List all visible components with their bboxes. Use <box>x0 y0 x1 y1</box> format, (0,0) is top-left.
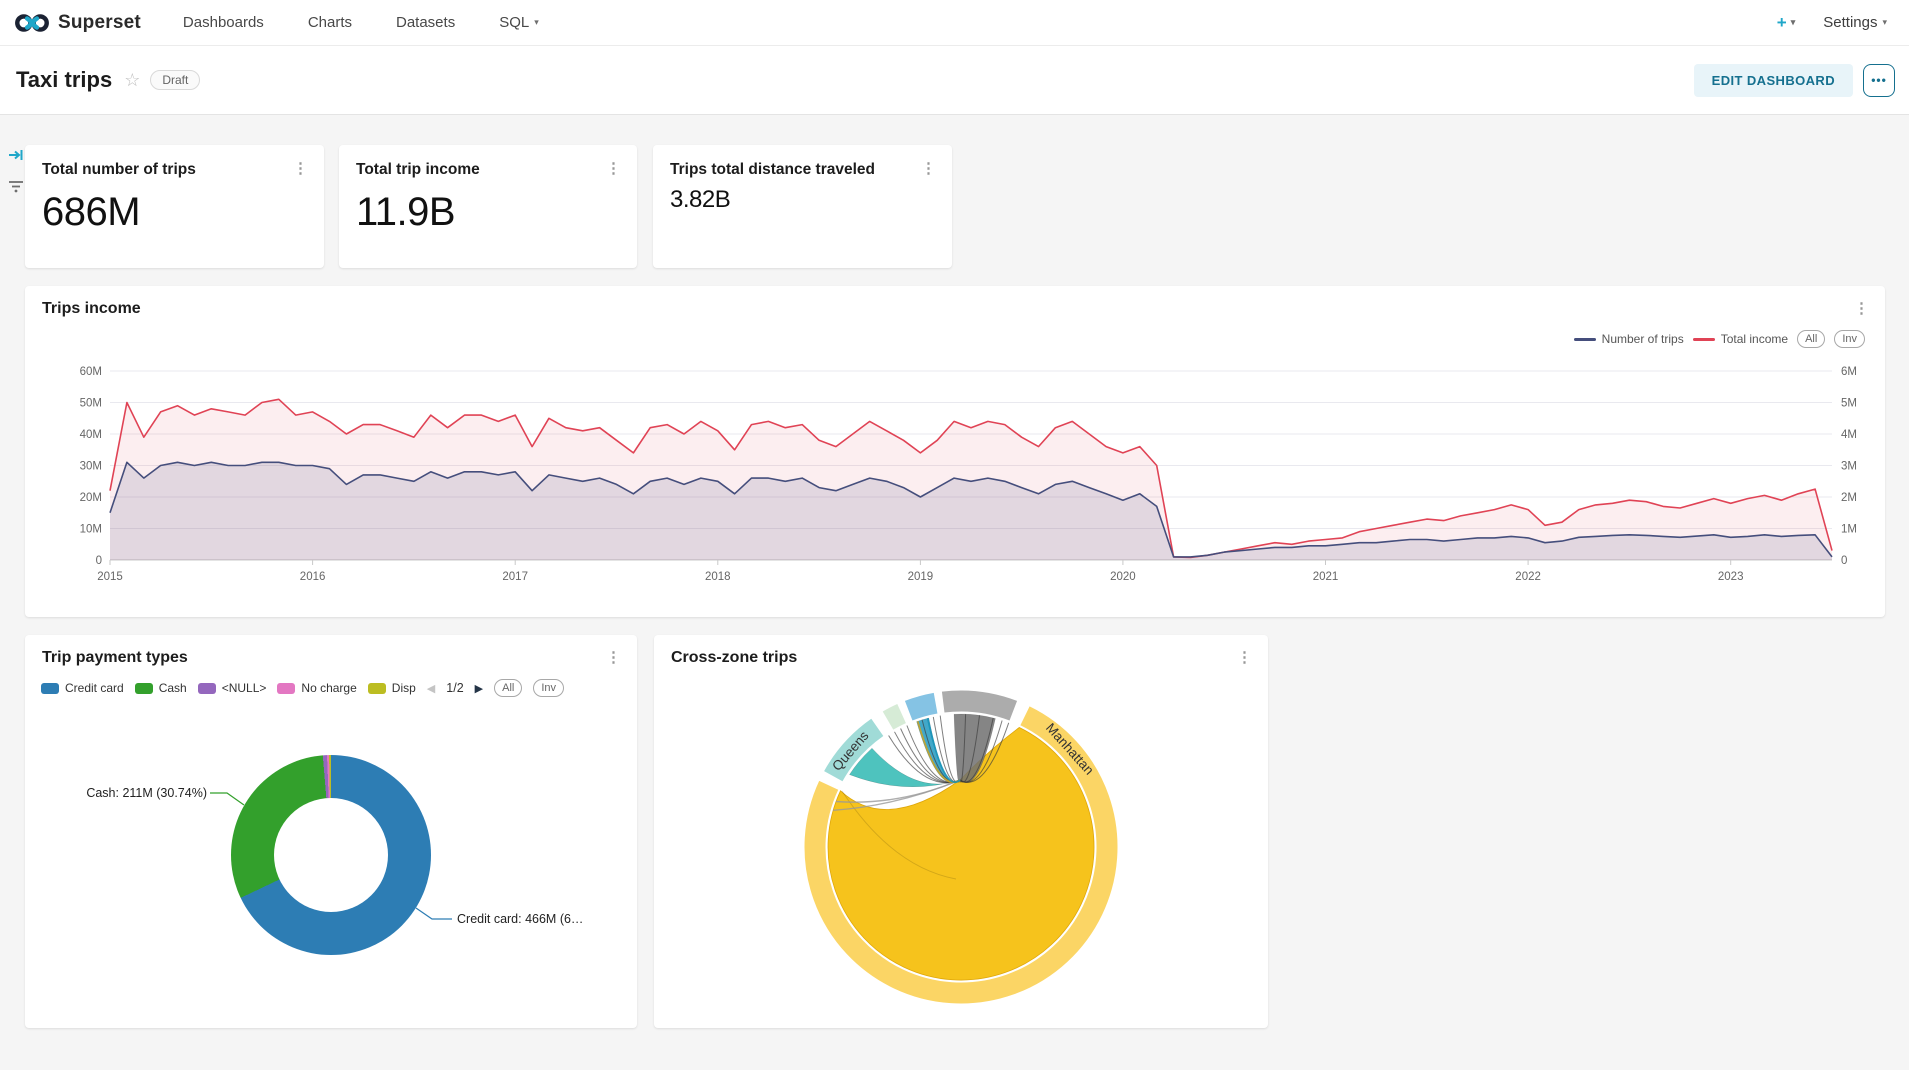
kebab-menu-icon[interactable]: ⋮ <box>602 160 625 177</box>
svg-text:4M: 4M <box>1841 429 1857 441</box>
favorite-star-icon[interactable]: ☆ <box>124 70 140 91</box>
svg-text:60M: 60M <box>80 366 102 378</box>
top-navbar: Superset Dashboards Charts Datasets SQL▾ + … <box>0 0 1909 46</box>
panel-payment-types: Trip payment types ⋮ Credit card Cash <NUL… <box>25 635 637 1028</box>
svg-text:1M: 1M <box>1841 524 1857 536</box>
legend-swatch <box>135 683 153 694</box>
payment-donut-chart[interactable] <box>231 755 431 955</box>
dashboard-page: Superset Dashboards Charts Datasets SQL▾ + … <box>0 0 1909 1070</box>
svg-text:0: 0 <box>96 555 102 567</box>
page-title: Taxi trips <box>16 67 112 93</box>
pie-label-cash: Cash: 211M (30.74%) <box>86 786 207 800</box>
settings-menu[interactable]: Settings ▾ <box>1823 14 1887 31</box>
settings-label: Settings <box>1823 14 1877 31</box>
svg-text:3M: 3M <box>1841 461 1857 473</box>
card-title: Total trip income <box>356 160 480 180</box>
svg-text:2019: 2019 <box>908 571 934 583</box>
legend-item-no-charge[interactable]: No charge <box>277 681 356 695</box>
svg-text:2017: 2017 <box>502 571 528 583</box>
svg-text:2020: 2020 <box>1110 571 1136 583</box>
panel-title: Trip payment types <box>42 649 188 667</box>
legend-label: Credit card <box>65 681 124 695</box>
legend-page-indicator: 1/2 <box>446 681 463 695</box>
pie-chart-legend: Credit card Cash <NULL> No charge Disp ◀ 1/2 ▶ A… <box>41 679 564 697</box>
legend-swatch <box>198 683 216 694</box>
filter-list-icon[interactable] <box>7 178 25 199</box>
svg-text:50M: 50M <box>80 398 102 410</box>
cross-zone-chord-chart[interactable]: Manhattan Queens <box>654 635 1268 1028</box>
svg-text:0: 0 <box>1841 555 1847 567</box>
legend-swatch <box>41 683 59 694</box>
donut-hole <box>274 798 388 912</box>
legend-all-button[interactable]: All <box>494 679 522 697</box>
chevron-down-icon: ▾ <box>1882 17 1887 28</box>
svg-text:2016: 2016 <box>300 571 326 583</box>
card-title: Total number of trips <box>42 160 196 180</box>
chevron-down-icon: ▾ <box>1791 17 1796 28</box>
card-trip-income: Total trip income ⋮ 11.9B <box>339 145 637 268</box>
legend-label: No charge <box>301 681 356 695</box>
nav-item-dashboards[interactable]: Dashboards <box>183 14 264 31</box>
card-total-distance: Trips total distance traveled ⋮ 3.82B <box>653 145 952 268</box>
card-title: Trips total distance traveled <box>670 160 875 180</box>
svg-text:2015: 2015 <box>97 571 123 583</box>
trips-income-line-chart: 60M 6M 50M 5M 40M 4M 30M 3M 20M 2M 10M 1M 0 0 2015 2016… <box>25 286 1885 617</box>
nav-item-sql[interactable]: SQL▾ <box>499 14 539 31</box>
big-number-value: 686M <box>42 190 324 235</box>
more-options-button[interactable]: ••• <box>1863 64 1895 97</box>
svg-text:2021: 2021 <box>1313 571 1339 583</box>
legend-item--null-[interactable]: <NULL> <box>198 681 267 695</box>
svg-text:2022: 2022 <box>1515 571 1541 583</box>
legend-item-credit-card[interactable]: Credit card <box>41 681 124 695</box>
new-item-button[interactable]: + ▾ <box>1777 13 1795 33</box>
nav-item-datasets[interactable]: Datasets <box>396 14 455 31</box>
legend-label: Cash <box>159 681 187 695</box>
panel-trips-income: Trips income ⋮ Number of tripsTotal inco… <box>25 286 1885 617</box>
big-number-value: 3.82B <box>670 186 952 214</box>
legend-swatch <box>368 683 386 694</box>
svg-text:6M: 6M <box>1841 366 1857 378</box>
legend-item-disp[interactable]: Disp <box>368 681 416 695</box>
legend-label: Disp <box>392 681 416 695</box>
nav-item-charts[interactable]: Charts <box>308 14 352 31</box>
svg-text:2023: 2023 <box>1718 571 1744 583</box>
expand-filter-bar-icon[interactable] <box>8 148 24 167</box>
legend-inv-button[interactable]: Inv <box>533 679 564 697</box>
legend-label: <NULL> <box>222 681 267 695</box>
plus-icon: + <box>1777 13 1787 33</box>
panel-cross-zone: Cross-zone trips ⋮ Manhattan Queens <box>654 635 1268 1028</box>
draft-badge: Draft <box>150 70 200 90</box>
svg-text:2018: 2018 <box>705 571 731 583</box>
svg-text:40M: 40M <box>80 429 102 441</box>
pie-label-credit-card: Credit card: 466M (6… <box>457 912 583 926</box>
superset-logo-icon <box>14 11 50 35</box>
legend-next-page-icon[interactable]: ▶ <box>475 682 483 695</box>
legend-prev-page-icon[interactable]: ◀ <box>427 682 435 695</box>
nav-right: + ▾ Settings ▾ <box>1777 13 1887 33</box>
kebab-menu-icon[interactable]: ⋮ <box>289 160 312 177</box>
kebab-menu-icon[interactable]: ⋮ <box>917 160 940 177</box>
svg-text:5M: 5M <box>1841 398 1857 410</box>
big-number-value: 11.9B <box>356 190 637 235</box>
brand-name: Superset <box>58 12 141 34</box>
svg-text:10M: 10M <box>80 524 102 536</box>
nav-menu: Dashboards Charts Datasets SQL▾ <box>183 14 539 31</box>
superset-brand[interactable]: Superset <box>14 11 141 35</box>
svg-text:2M: 2M <box>1841 492 1857 504</box>
kebab-menu-icon[interactable]: ⋮ <box>602 649 625 666</box>
svg-text:20M: 20M <box>80 492 102 504</box>
card-total-trips: Total number of trips ⋮ 686M <box>25 145 324 268</box>
legend-swatch <box>277 683 295 694</box>
dashboard-header: Taxi trips ☆ Draft EDIT DASHBOARD ••• <box>0 46 1909 115</box>
edit-dashboard-button[interactable]: EDIT DASHBOARD <box>1694 64 1853 97</box>
chevron-down-icon: ▾ <box>534 17 539 28</box>
legend-item-cash[interactable]: Cash <box>135 681 187 695</box>
svg-text:30M: 30M <box>80 461 102 473</box>
